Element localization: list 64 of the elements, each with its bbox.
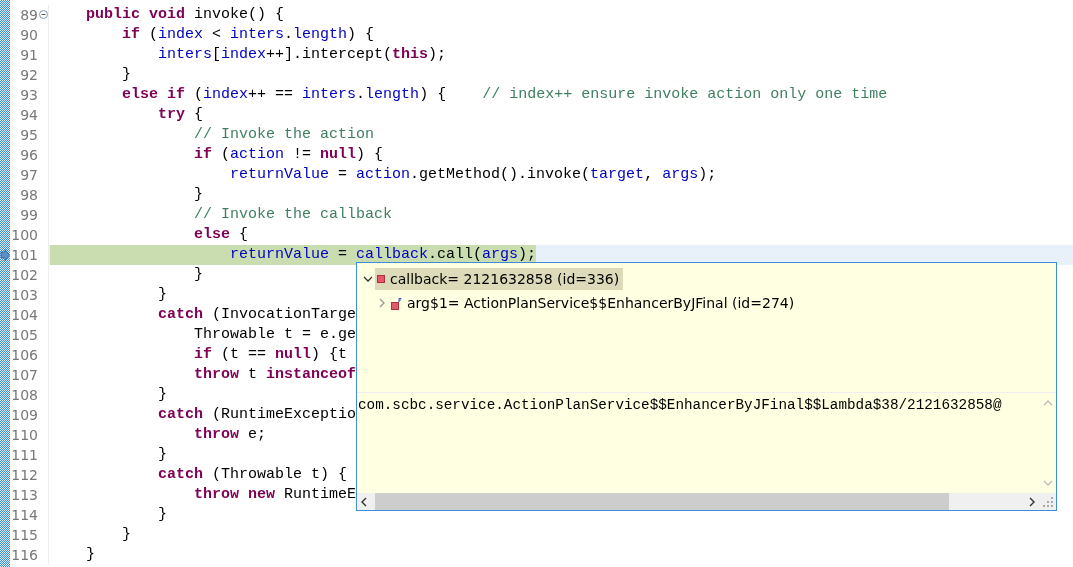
line-number: 111: [11, 446, 38, 465]
line-number: 102: [11, 266, 38, 285]
code-line: }: [121, 65, 131, 85]
line-number: 103: [11, 286, 38, 305]
variable-item[interactable]: arg$1= ActionPlanService$$EnhancerByJFinal (id=274): [389, 292, 799, 314]
line-number: 97: [20, 166, 38, 185]
code-line: if (action != null) {: [193, 145, 384, 165]
code-line: catch (InvocationTarge: [157, 305, 357, 325]
line-number: 92: [20, 66, 38, 85]
code-line: // Invoke the callback: [193, 205, 393, 225]
line-number: 110: [11, 426, 38, 445]
code-line: }: [157, 505, 168, 525]
code-line: throw t instanceof: [193, 365, 357, 385]
code-line: catch (Throwable t) {: [157, 465, 348, 485]
code-line: catch (RuntimeExceptio: [157, 405, 357, 425]
collapse-icon[interactable]: [39, 10, 48, 19]
variable-item[interactable]: callback= 2121632858 (id=336): [375, 268, 624, 290]
line-number: 116: [11, 546, 38, 565]
code-line: }: [121, 525, 131, 545]
expand-chevron-icon[interactable]: [377, 298, 387, 308]
code-line: public void invoke() {: [85, 5, 285, 25]
line-number: 101: [11, 246, 38, 265]
code-line: }: [193, 185, 204, 205]
line-number: 114: [11, 506, 38, 525]
line-number: 89: [20, 6, 38, 25]
code-line: returnValue = action.getMethod().invoke(target, args);: [229, 165, 717, 185]
code-line: // Invoke the action: [193, 125, 375, 145]
line-number: 91: [20, 46, 38, 65]
scrollbar-thumb[interactable]: [375, 493, 949, 510]
line-number: 106: [11, 346, 38, 365]
scroll-down-icon[interactable]: [1042, 480, 1053, 487]
line-number: 104: [11, 306, 38, 325]
line-number: 105: [11, 326, 38, 345]
code-line: else if (index++ == inters.length) { // index++ ensure invoke action only one time: [121, 85, 888, 105]
line-number: 108: [11, 386, 38, 405]
line-number: 98: [20, 186, 38, 205]
code-line: inters[index++].intercept(this);: [157, 45, 447, 65]
code-line: if (index < inters.length) {: [121, 25, 375, 45]
line-number: 109: [11, 406, 38, 425]
line-number: 90: [20, 26, 38, 45]
code-line: }: [85, 545, 95, 565]
line-number: 112: [11, 466, 38, 485]
line-number: 96: [20, 146, 38, 165]
code-line: }: [193, 265, 204, 285]
scroll-up-icon[interactable]: [1042, 399, 1053, 406]
code-line: }: [157, 385, 168, 405]
code-line: throw new RuntimeE: [193, 485, 357, 505]
detail-text: com.scbc.service.ActionPlanService$$EnhancerByJFinal$$Lambda$38/2121632858@: [357, 396, 1003, 415]
code-line: }: [157, 445, 168, 465]
code-line: Throwable t = e.ge: [193, 325, 357, 345]
code-line: }: [157, 285, 168, 305]
line-number: 93: [20, 86, 38, 105]
line-number: 94: [20, 106, 38, 125]
code-line: else {: [193, 225, 249, 245]
line-number: 113: [11, 486, 38, 505]
code-line: if (t == null) {t: [193, 345, 348, 365]
line-number: 107: [11, 366, 38, 385]
line-number: 99: [20, 206, 38, 225]
line-number: 100: [11, 226, 38, 245]
collapse-chevron-icon[interactable]: [363, 274, 373, 284]
code-line: throw e;: [193, 425, 267, 445]
line-number: 115: [11, 526, 38, 545]
code-line: try {: [157, 105, 204, 125]
line-number: 95: [20, 126, 38, 145]
